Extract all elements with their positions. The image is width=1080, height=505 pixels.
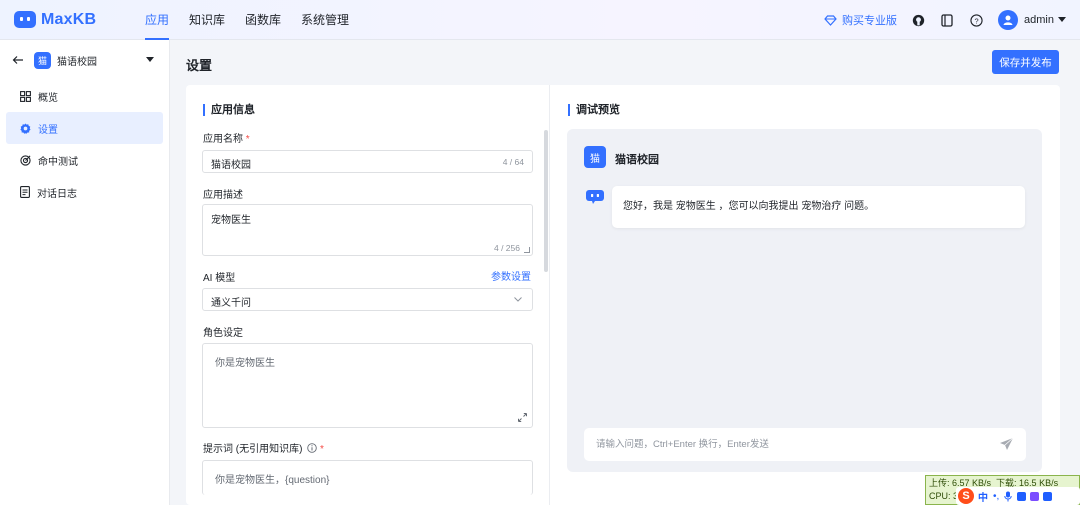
robot-avatar-icon — [586, 190, 604, 204]
app-name-value: 猫语校园 — [211, 160, 251, 171]
nav-tab-apps[interactable]: 应用 — [145, 0, 170, 40]
sidebar-item-label: 设置 — [38, 124, 58, 136]
panel-divider — [549, 85, 550, 505]
keyboard-icon[interactable] — [1017, 491, 1027, 501]
save-publish-button[interactable]: 保存并发布 — [992, 50, 1059, 74]
send-icon[interactable] — [999, 437, 1014, 451]
preview-app-name: 猫语校园 — [615, 154, 659, 166]
sidebar-item-label: 概览 — [38, 92, 58, 104]
punctuation-icon[interactable]: •, — [993, 491, 999, 502]
chat-input[interactable]: 请输入问题，Ctrl+Enter 换行，Enter发送 — [584, 428, 1026, 461]
buy-pro-link[interactable]: 购买专业版 — [824, 12, 897, 28]
preview-title: 调试预览 — [568, 104, 620, 116]
chevron-down-icon[interactable] — [1058, 17, 1066, 23]
preview-app-badge: 猫 — [584, 146, 606, 168]
sidebar: 猫 猫语校园 概览 设置 命中测试 对话日志 — [0, 40, 170, 505]
chevron-down-icon — [514, 297, 522, 302]
model-settings-link[interactable]: 参数设置 — [491, 268, 531, 283]
nav-tab-functions[interactable]: 函数库 — [245, 0, 281, 40]
ime-toolbar[interactable]: S 中 •, — [956, 487, 1080, 505]
required-mark: * — [320, 444, 324, 455]
ai-model-label: AI 模型 — [203, 273, 236, 284]
cpu-usage: CPU: 3 — [929, 491, 959, 501]
nav-tab-system[interactable]: 系统管理 — [301, 0, 349, 40]
info-icon[interactable] — [307, 443, 317, 453]
prompt-label-text: 提示词 (无引用知识库) — [203, 444, 303, 455]
role-textarea[interactable]: 你是宠物医生 — [202, 343, 533, 428]
form-scrollbar[interactable] — [544, 130, 548, 272]
buy-pro-label: 购买专业版 — [842, 15, 898, 27]
app-desc-value: 宠物医生 — [211, 215, 251, 226]
chat-preview — [567, 129, 1042, 472]
prompt-label: 提示词 (无引用知识库) * — [203, 440, 324, 455]
target-icon — [20, 154, 31, 166]
diamond-icon — [824, 14, 837, 26]
github-icon[interactable] — [911, 13, 925, 27]
app-desc-label: 应用描述 — [203, 190, 243, 201]
menu-grid-icon[interactable] — [1043, 491, 1053, 501]
avatar[interactable] — [998, 10, 1019, 30]
help-icon[interactable]: ? — [969, 13, 983, 27]
robot-logo-icon — [14, 11, 36, 28]
user-icon — [1003, 15, 1013, 25]
app-name-label-text: 应用名称 — [203, 134, 243, 145]
role-value: 你是宠物医生 — [215, 358, 275, 369]
page-title: 设置 — [186, 58, 213, 73]
bot-greeting-bubble: 您好，我是 宠物医生 ，您可以向我提出 宠物治疗 问题。 — [612, 186, 1025, 228]
role-label: 角色设定 — [203, 328, 243, 339]
sidebar-item-chat-log[interactable]: 对话日志 — [6, 176, 163, 208]
back-arrow-icon[interactable] — [12, 54, 24, 66]
brand-logo[interactable]: MaxKB — [14, 11, 126, 29]
svg-text:?: ? — [974, 16, 978, 25]
expand-icon[interactable] — [518, 413, 527, 422]
app-info-title: 应用信息 — [203, 104, 255, 116]
ime-logo-icon: S — [958, 488, 974, 504]
prompt-value: 你是宠物医生，{question} — [215, 475, 330, 486]
app-name-label: 应用名称 * — [203, 130, 250, 145]
ime-language[interactable]: 中 — [978, 489, 988, 504]
sidebar-item-label: 命中测试 — [38, 156, 78, 168]
book-icon[interactable] — [940, 13, 954, 27]
app-name: 猫语校园 — [57, 56, 97, 68]
sidebar-item-hit-test[interactable]: 命中测试 — [6, 144, 163, 176]
app-desc-count: 4 / 256 — [494, 243, 520, 253]
resize-handle-icon[interactable] — [524, 247, 530, 253]
main-nav-tabs: 应用 知识库 函数库 系统管理 — [145, 0, 369, 40]
nav-tab-knowledge[interactable]: 知识库 — [189, 0, 225, 40]
top-right-toolbar: 购买专业版 ? admin — [824, 0, 1066, 40]
brand-name: MaxKB — [41, 10, 97, 28]
grid-icon — [20, 90, 31, 102]
app-desc-textarea[interactable]: 宠物医生 4 / 256 — [202, 204, 533, 256]
top-navigation-bar: MaxKB 应用 知识库 函数库 系统管理 购买专业版 ? admin — [0, 0, 1080, 40]
ai-model-value: 通义千问 — [211, 298, 251, 309]
prompt-textarea[interactable]: 你是宠物医生，{question} — [202, 460, 533, 495]
app-name-count: 4 / 64 — [502, 157, 524, 167]
ai-model-select[interactable]: 通义千问 — [202, 288, 533, 311]
sidebar-item-settings[interactable]: 设置 — [6, 112, 163, 144]
gear-icon — [20, 122, 31, 134]
microphone-icon[interactable] — [1004, 491, 1012, 502]
app-name-input[interactable]: 猫语校园 4 / 64 — [202, 150, 533, 173]
app-badge: 猫 — [34, 51, 51, 69]
skin-icon[interactable] — [1030, 491, 1040, 501]
user-name[interactable]: admin — [1024, 14, 1054, 26]
caret-down-icon[interactable] — [146, 57, 154, 62]
document-icon — [20, 186, 30, 198]
sidebar-item-label: 对话日志 — [37, 188, 77, 200]
sidebar-item-overview[interactable]: 概览 — [6, 80, 163, 112]
app-switcher[interactable]: 猫 猫语校园 — [0, 40, 169, 80]
required-mark: * — [245, 134, 250, 145]
